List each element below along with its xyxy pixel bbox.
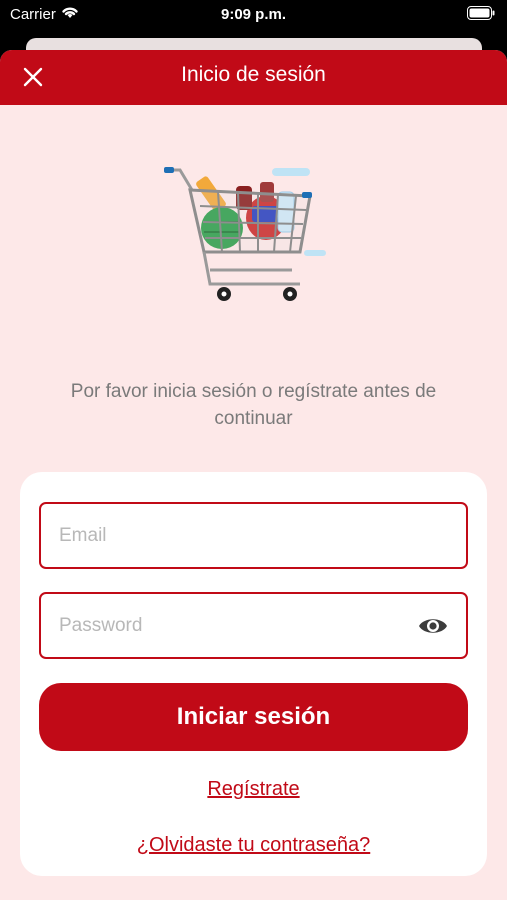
password-field[interactable] [39, 592, 468, 659]
login-sheet: Inicio de sesión Por favor inicia sesión… [0, 50, 507, 900]
login-card: Iniciar sesión Regístrate ¿Olvidaste tu … [20, 472, 487, 876]
forgot-password-link[interactable]: ¿Olvidaste tu contraseña? [20, 834, 487, 857]
eye-icon[interactable] [418, 614, 448, 638]
login-prompt-message: Por favor inicia sesión o regístrate ant… [70, 381, 437, 429]
status-bar: Carrier 9:09 p.m. [0, 0, 507, 30]
navigation-bar: Inicio de sesión [0, 50, 507, 105]
status-time: 9:09 p.m. [220, 6, 287, 23]
register-link[interactable]: Regístrate [20, 778, 487, 801]
battery-icon [467, 6, 495, 24]
login-button[interactable]: Iniciar sesión [39, 683, 468, 751]
password-input[interactable] [59, 594, 419, 657]
shopping-cart-icon [160, 160, 335, 310]
page-title: Inicio de sesión [181, 63, 326, 86]
email-field[interactable] [39, 502, 468, 569]
email-input[interactable] [59, 504, 419, 567]
